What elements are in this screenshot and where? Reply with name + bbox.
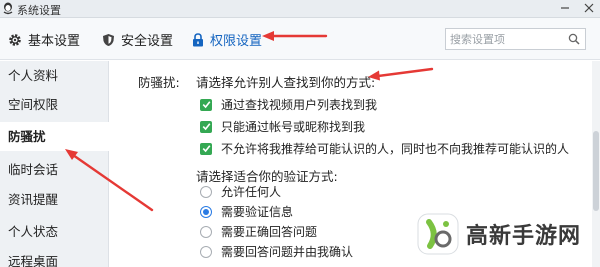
sidebar-item-temp-session[interactable]: 临时会话: [0, 155, 109, 184]
option-label: 需要验证信息: [221, 205, 294, 219]
tab-permission-settings[interactable]: 权限设置: [192, 30, 262, 49]
option-label: 需要正确回答问题: [221, 225, 318, 239]
window-title: 系统设置: [17, 4, 61, 17]
radio-button[interactable]: [200, 225, 212, 238]
settings-tab-bar: 基本设置 安全设置 权限设置: [0, 18, 600, 60]
find-option-account-nickname[interactable]: 只能通过帐号或昵称找到我: [200, 118, 365, 135]
watermark-text: 高新手游网: [466, 224, 582, 249]
tab-basic-settings[interactable]: 基本设置: [8, 30, 80, 49]
option-label: 允许任何人: [221, 185, 282, 199]
checkbox-checked-icon[interactable]: [200, 98, 212, 111]
verify-option-allow-anyone[interactable]: 允许任何人: [200, 183, 281, 200]
search-box: [445, 28, 586, 50]
radio-button[interactable]: [200, 185, 212, 198]
title-bar: 系统设置: [0, 0, 600, 18]
tab-label: 基本设置: [28, 34, 81, 49]
sidebar-item-anti-harassment[interactable]: 防骚扰: [0, 122, 110, 151]
tab-label: 权限设置: [210, 34, 263, 49]
find-method-question: 请选择允许别人查找到你的方式:: [196, 75, 376, 90]
radio-button-selected[interactable]: [200, 205, 212, 218]
sidebar-item-status[interactable]: 个人状态: [0, 217, 109, 246]
minimize-icon[interactable]: [558, 1, 572, 15]
search-icon[interactable]: [568, 33, 580, 45]
app-logo-icon: [3, 2, 13, 15]
shield-icon: [103, 33, 114, 46]
search-input[interactable]: [450, 31, 562, 47]
scrollbar[interactable]: [592, 61, 600, 267]
close-icon[interactable]: [582, 1, 596, 15]
sidebar-item-remote-desktop[interactable]: 远程桌面: [0, 247, 109, 267]
verify-option-answer-and-confirm[interactable]: 需要回答问题并由我确认: [200, 243, 353, 260]
option-label: 通过查找视频用户列表找到我: [221, 98, 378, 112]
tab-security-settings[interactable]: 安全设置: [102, 30, 173, 49]
option-label: 不允许将我推荐给可能认识的人，同时也不向我推荐可能认识的人: [221, 142, 570, 156]
option-label: 只能通过帐号或昵称找到我: [221, 120, 366, 134]
gear-icon: [9, 33, 21, 46]
sidebar-item-news-alerts[interactable]: 资讯提醒: [0, 185, 109, 214]
verify-option-correct-answer[interactable]: 需要正确回答问题: [200, 223, 317, 240]
settings-sidebar: 个人资料 空间权限 防骚扰 临时会话 资讯提醒 个人状态 远程桌面: [0, 61, 110, 267]
find-option-no-recommend[interactable]: 不允许将我推荐给可能认识的人，同时也不向我推荐可能认识的人: [200, 140, 569, 157]
radio-button[interactable]: [200, 245, 212, 258]
sidebar-item-profile[interactable]: 个人资料: [0, 61, 109, 90]
find-option-video-list[interactable]: 通过查找视频用户列表找到我: [200, 96, 377, 113]
tab-label: 安全设置: [121, 34, 174, 49]
checkbox-checked-icon[interactable]: [200, 120, 212, 133]
lock-icon: [193, 32, 203, 46]
watermark-logo-icon: [417, 213, 459, 255]
sidebar-item-space-permission[interactable]: 空间权限: [0, 90, 109, 119]
scrollbar-thumb[interactable]: [593, 131, 599, 211]
verify-option-need-verification[interactable]: 需要验证信息: [200, 203, 293, 220]
section-label: 防骚扰:: [138, 75, 180, 90]
checkbox-checked-icon[interactable]: [200, 142, 212, 155]
site-watermark: 高新手游网: [416, 212, 581, 256]
option-label: 需要回答问题并由我确认: [221, 245, 354, 259]
